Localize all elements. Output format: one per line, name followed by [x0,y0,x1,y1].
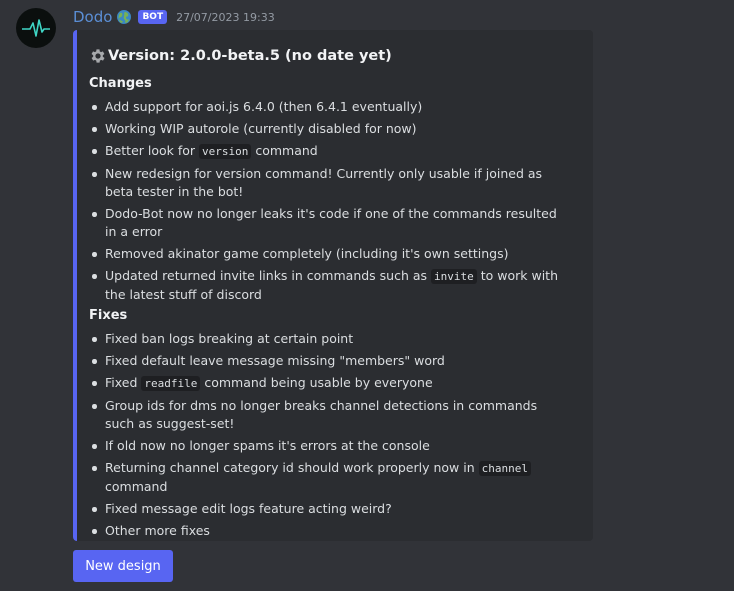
list-item: Fixed ban logs breaking at certain point [89,330,569,348]
list-item-text: Fixed [105,375,142,390]
list-item: Returning channel category id should wor… [89,459,569,496]
list-item-text: command being usable by everyone [200,375,433,390]
inline-code: version [199,144,252,159]
list-item: Add support for aoi.js 6.4.0 (then 6.4.1… [89,98,569,116]
list-item: Working WIP autorole (currently disabled… [89,120,569,138]
list-item: Updated returned invite links in command… [89,267,569,304]
list-item-text: command [105,479,168,494]
list-item-text: Fixed message edit logs feature acting w… [105,501,392,516]
list-item: New redesign for version command! Curren… [89,165,569,201]
list-item-text: Fixed ban logs breaking at certain point [105,331,354,346]
section-heading-changes: Changes [89,76,152,91]
list-item-text: If old now no longer spams it's errors a… [105,438,430,453]
list-item-text: Working WIP autorole (currently disabled… [105,121,417,136]
fixes-list: Fixed ban logs breaking at certain point… [89,330,569,544]
embed: Version: 2.0.0-beta.5 (no date yet) Chan… [73,30,593,541]
bot-tag: BOT [138,10,168,24]
list-item: Better look for version command [89,142,569,161]
list-item-text: Fixed default leave message missing "mem… [105,353,445,368]
changes-list: Add support for aoi.js 6.4.0 (then 6.4.1… [89,98,569,308]
list-item: Group ids for dms no longer breaks chann… [89,397,569,433]
embed-title: Version: 2.0.0-beta.5 (no date yet) [89,47,392,65]
list-item-text: Returning channel category id should wor… [105,460,479,475]
list-item: Fixed message edit logs feature acting w… [89,500,569,518]
timestamp: 27/07/2023 19:33 [176,10,275,24]
list-item-text: Other more fixes [105,523,210,538]
section-heading-fixes: Fixes [89,308,128,323]
inline-code: invite [431,269,477,284]
avatar[interactable] [16,8,56,48]
list-item: Other more fixes [89,522,569,540]
inline-code: readfile [141,376,201,391]
globe-icon [117,10,132,24]
new-design-button[interactable]: New design [73,550,173,582]
inline-code: channel [478,461,531,476]
list-item-text: Removed akinator game completely (includ… [105,246,509,261]
list-item: Dodo-Bot now no longer leaks it's code i… [89,205,569,241]
list-item-text: Dodo-Bot now no longer leaks it's code i… [105,206,557,239]
list-item-text: Group ids for dms no longer breaks chann… [105,398,538,431]
heartbeat-avatar-icon [22,19,50,37]
list-item-text: Better look for [105,143,200,158]
list-item-text: Add support for aoi.js 6.4.0 (then 6.4.1… [105,99,423,114]
list-item: Removed akinator game completely (includ… [89,245,569,263]
list-item: If old now no longer spams it's errors a… [89,437,569,455]
list-item-text: New redesign for version command! Curren… [105,166,543,199]
list-item: Fixed default leave message missing "mem… [89,352,569,370]
list-item-text: command [251,143,318,158]
username[interactable]: Dodo [73,8,112,26]
message-header: Dodo BOT 27/07/2023 19:33 [73,7,275,27]
list-item-text: Updated returned invite links in command… [105,268,432,283]
gear-icon [91,49,105,63]
embed-title-text: Version: 2.0.0-beta.5 (no date yet) [108,48,392,64]
list-item: Fixed readfile command being usable by e… [89,374,569,393]
